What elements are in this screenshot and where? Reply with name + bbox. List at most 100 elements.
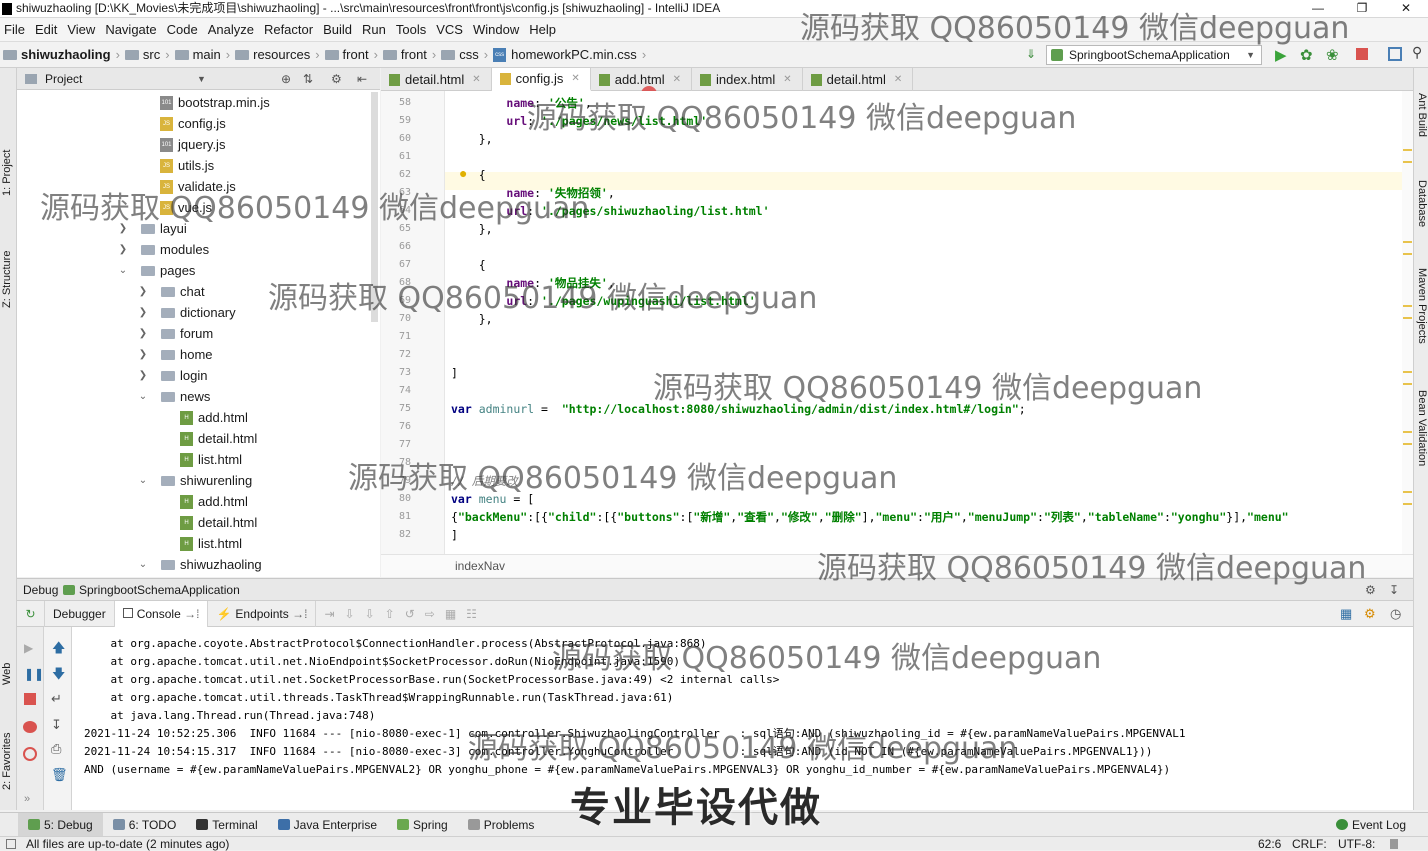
maven-projects-tool-button[interactable]: Maven Projects <box>1416 268 1428 344</box>
run-icon[interactable]: ▶ <box>1275 46 1287 64</box>
run-to-cursor-icon[interactable]: ⇨ <box>425 607 445 621</box>
project-structure-icon[interactable] <box>1388 47 1402 61</box>
build-icon[interactable]: ⇓ <box>1026 47 1036 61</box>
menu-run[interactable]: Run <box>358 22 392 37</box>
debug-icon[interactable]: ✿ <box>1300 46 1313 64</box>
crumb-front[interactable]: front <box>322 47 372 62</box>
tree-item[interactable]: JS validate.js <box>160 176 236 197</box>
print-icon[interactable]: ⎙ <box>51 741 61 757</box>
favorites-tool-button[interactable]: 2: Favorites <box>1 733 13 790</box>
tree-folder[interactable]: ❯ login <box>137 365 208 386</box>
chevron-down-icon[interactable]: ⌄ <box>137 386 149 407</box>
crumb-main[interactable]: main <box>172 47 224 62</box>
evaluate-icon[interactable]: ▦ <box>445 607 466 621</box>
mute-breakpoints-icon[interactable] <box>23 747 37 761</box>
crumb-project[interactable]: shiwuzhaoling <box>0 47 114 62</box>
menu-navigate[interactable]: Navigate <box>101 22 162 37</box>
stripe-mark[interactable] <box>1403 161 1412 163</box>
stripe-mark[interactable] <box>1403 431 1412 433</box>
close-window-icon[interactable]: ✕ <box>1384 0 1428 18</box>
chevron-right-icon[interactable]: ❯ <box>137 302 149 323</box>
tree-folder[interactable]: ⌄ shiwuzhaoling <box>137 554 262 575</box>
tree-item[interactable]: Hdetail.html <box>180 428 257 449</box>
stripe-mark[interactable] <box>1403 503 1412 505</box>
crumb-src[interactable]: src <box>122 47 163 62</box>
trace-icon[interactable]: ☷ <box>466 607 487 621</box>
tool-tab-terminal[interactable]: Terminal <box>186 813 267 837</box>
close-icon[interactable]: ✕ <box>894 68 902 91</box>
gear-icon[interactable]: ⚙ <box>1365 579 1376 601</box>
tab-detail-html[interactable]: detail.html ✕ <box>381 68 492 91</box>
menu-code[interactable]: Code <box>163 22 204 37</box>
debug-config-tab[interactable]: SpringbootSchemaApplication <box>79 579 240 601</box>
event-log-button[interactable]: Event Log <box>1326 813 1416 837</box>
step-into-icon[interactable]: ⇩ <box>345 607 365 621</box>
up-arrow-icon[interactable]: 🡅 <box>52 639 65 661</box>
tree-item[interactable]: Hadd.html <box>180 407 248 428</box>
tool-tab-problems[interactable]: Problems <box>458 813 545 837</box>
bean-validation-tool-button[interactable]: Bean Validation <box>1416 390 1428 466</box>
tree-item[interactable]: Hlist.html <box>180 449 242 470</box>
collapse-all-icon[interactable]: ⇅ <box>303 68 313 90</box>
menu-analyze[interactable]: Analyze <box>204 22 260 37</box>
chevron-right-icon[interactable]: ❯ <box>117 218 129 239</box>
project-tool-button[interactable]: 1: Project <box>1 150 13 196</box>
run-configuration-select[interactable]: SpringbootSchemaApplication ▼ <box>1046 45 1262 65</box>
menu-tools[interactable]: Tools <box>392 22 432 37</box>
stop-icon[interactable] <box>1356 48 1368 60</box>
stripe-mark[interactable] <box>1403 443 1412 445</box>
stripe-mark[interactable] <box>1403 241 1412 243</box>
stripe-mark[interactable] <box>1403 149 1412 151</box>
stripe-mark[interactable] <box>1403 305 1412 307</box>
stripe-mark[interactable] <box>1403 383 1412 385</box>
search-everywhere-icon[interactable]: ⚲ <box>1412 44 1422 61</box>
tab-endpoints[interactable]: ⚡ Endpoints →⁞ <box>208 600 317 627</box>
settings-icon[interactable]: ⚙ <box>1364 606 1376 622</box>
structure-tool-button[interactable]: Z: Structure <box>1 251 13 308</box>
stripe-mark[interactable] <box>1403 371 1412 373</box>
tree-folder[interactable]: ❯ dictionary <box>137 302 236 323</box>
tool-tab-spring[interactable]: Spring <box>387 813 458 837</box>
tool-tab-debug[interactable]: 5: Debug <box>18 812 103 837</box>
tree-item[interactable]: Hlist.html <box>180 533 242 554</box>
resume-icon[interactable]: ▶ <box>24 641 33 655</box>
status-toggle-icon[interactable] <box>6 839 16 849</box>
close-icon[interactable]: ✕ <box>472 68 480 91</box>
tree-item[interactable]: Hadd.html <box>180 491 248 512</box>
hide-panel-icon[interactable]: ⇤ <box>357 68 367 90</box>
tree-item[interactable]: Hdetail.html <box>180 512 257 533</box>
tree-item[interactable]: 101 bootstrap.min.js <box>160 92 270 113</box>
close-icon[interactable]: ✕ <box>571 67 579 90</box>
tree-folder[interactable]: ❯ layui <box>117 218 187 239</box>
file-encoding[interactable]: UTF-8: <box>1338 837 1375 851</box>
chevron-right-icon[interactable]: ❯ <box>137 323 149 344</box>
crumb-css[interactable]: css <box>438 47 482 62</box>
tab-index-html[interactable]: index.html ✕ <box>692 68 803 91</box>
line-separator[interactable]: CRLF: <box>1292 837 1327 851</box>
chevron-right-icon[interactable]: ❯ <box>117 239 129 260</box>
tab-add-html[interactable]: add.html ✕ <box>591 68 692 91</box>
crumb-front-2[interactable]: front <box>380 47 430 62</box>
caret-position[interactable]: 62:6 <box>1258 837 1281 851</box>
step-over-icon[interactable]: ⇥ <box>324 607 344 621</box>
soft-wrap-icon[interactable]: ↵ <box>51 691 62 707</box>
menu-window[interactable]: Window <box>469 22 525 37</box>
tree-folder[interactable]: ⌄ pages <box>117 260 196 281</box>
tab-console[interactable]: Console →⁞ <box>114 600 209 627</box>
close-icon[interactable]: ✕ <box>673 68 681 91</box>
tab-detail-html-2[interactable]: detail.html ✕ <box>803 68 914 91</box>
step-out-icon[interactable]: ⇧ <box>385 607 405 621</box>
restore-icon[interactable]: ❐ <box>1340 0 1384 18</box>
menu-vcs[interactable]: VCS <box>432 22 469 37</box>
timer-icon[interactable]: ◷ <box>1390 606 1401 622</box>
chevron-down-icon[interactable]: ⌄ <box>117 260 129 281</box>
tree-item[interactable]: JS utils.js <box>160 155 214 176</box>
project-view-select[interactable]: Project <box>45 68 82 90</box>
lock-icon[interactable] <box>1390 839 1398 849</box>
chevron-right-icon[interactable]: ❯ <box>137 365 149 386</box>
chevron-down-icon[interactable]: ⌄ <box>137 554 149 575</box>
tree-folder[interactable]: ❯ home <box>137 344 213 365</box>
locate-icon[interactable]: ⊕ <box>281 68 291 90</box>
stripe-mark[interactable] <box>1403 491 1412 493</box>
drop-frame-icon[interactable]: ↺ <box>405 607 425 621</box>
